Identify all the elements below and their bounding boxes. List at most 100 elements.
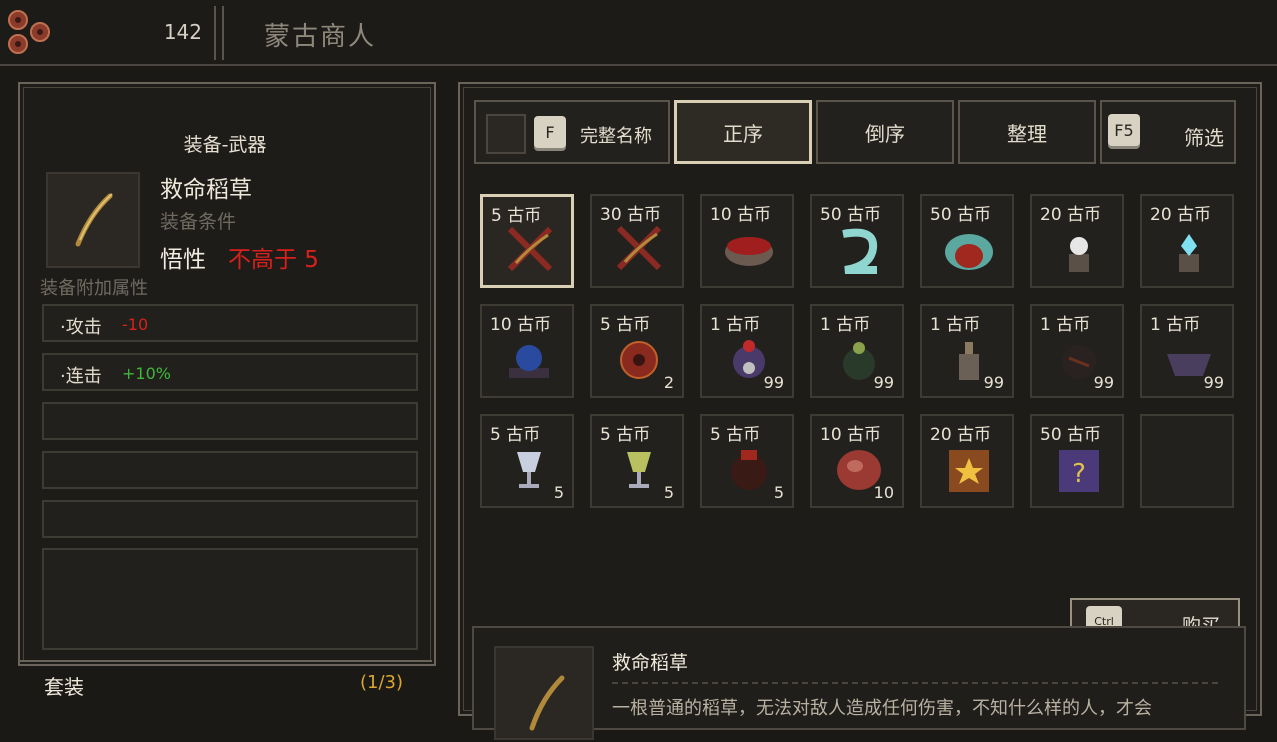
- attribute-row-empty: [42, 402, 418, 440]
- shop-item-slot[interactable]: 5 古币 5: [480, 414, 574, 508]
- attribute-value: +10%: [122, 364, 171, 383]
- item-price: 30 古币: [600, 205, 662, 225]
- svg-text:?: ?: [1072, 459, 1086, 489]
- shop-item-slot[interactable]: 10 古币: [700, 194, 794, 288]
- star-book-icon: [949, 450, 989, 492]
- equipment-name: 救命稻草: [160, 177, 252, 203]
- shop-item-slot[interactable]: 30 古币: [590, 194, 684, 288]
- money-count: 142: [163, 20, 202, 44]
- shop-item-slot[interactable]: 1 古币 99: [1030, 304, 1124, 398]
- item-quantity: 5: [663, 483, 674, 502]
- shop-item-slot[interactable]: 5 古币: [480, 194, 574, 288]
- white-goblet-icon: [517, 452, 541, 488]
- item-price: 50 古币: [1040, 425, 1102, 445]
- shop-item-slot[interactable]: 20 古币: [1030, 194, 1124, 288]
- item-quantity: 99: [983, 373, 1004, 392]
- item-quantity: 5: [773, 483, 784, 502]
- requirement-label: 装备条件: [160, 211, 237, 233]
- header-divider: [214, 6, 224, 60]
- shop-item-slot[interactable]: 10 古币: [480, 304, 574, 398]
- item-quantity: 99: [1093, 373, 1114, 392]
- cyan-serpent-icon: [842, 228, 878, 274]
- f-key-icon: F: [534, 116, 566, 148]
- shop-item-slot[interactable]: 1 古币 99: [810, 304, 904, 398]
- shop-item-slot[interactable]: 5 古币 2: [590, 304, 684, 398]
- attribute-row-empty: [42, 500, 418, 538]
- item-quantity: 99: [873, 373, 894, 392]
- crab-armor-icon: [945, 234, 993, 270]
- tab-label: 筛选: [1184, 126, 1224, 150]
- item-price: 20 古币: [1150, 205, 1212, 225]
- item-price: 1 古币: [820, 315, 871, 335]
- attribute-row: ·攻击 -10: [42, 304, 418, 342]
- shop-item-slot[interactable]: 20 古币: [920, 414, 1014, 508]
- item-price: 10 古币: [490, 315, 552, 335]
- description-divider: [612, 682, 1218, 684]
- item-price: 5 古币: [710, 425, 761, 445]
- straw-icon: [529, 675, 565, 731]
- shop-item-slot[interactable]: 5 古币 5: [700, 414, 794, 508]
- shop-grid: 5 古币 30 古币 10 古币 50 古币 50 古币 20 古币 20 古币 10 古币 5…: [480, 194, 1240, 514]
- set-count: (1/3): [360, 672, 404, 693]
- item-price: 50 古币: [820, 205, 882, 225]
- item-price: 1 古币: [930, 315, 981, 335]
- tab-descending[interactable]: 倒序: [816, 100, 954, 164]
- merchant-name: 蒙古商人: [264, 22, 377, 52]
- requirement-stat: 悟性: [160, 247, 206, 273]
- attributes-title: 装备附加属性: [40, 278, 148, 299]
- red-gourd-icon: [620, 341, 658, 379]
- shop-item-slot[interactable]: 1 古币 99: [1140, 304, 1234, 398]
- item-price: 5 古币: [600, 315, 651, 335]
- checkbox[interactable]: [486, 114, 526, 154]
- item-quantity: 10: [873, 483, 894, 502]
- green-goblet-icon: [627, 452, 651, 488]
- item-price: 10 古币: [820, 425, 882, 445]
- item-quantity: 99: [1203, 373, 1224, 392]
- item-price: 20 古币: [1040, 205, 1102, 225]
- shop-item-slot[interactable]: 5 古币 5: [590, 414, 684, 508]
- attribute-row: ·连击 +10%: [42, 353, 418, 391]
- item-price: 20 古币: [930, 425, 992, 445]
- item-quantity: 5: [553, 483, 564, 502]
- tab-full-name[interactable]: F 完整名称: [474, 100, 670, 164]
- item-quantity: 99: [763, 373, 784, 392]
- white-orb-pedestal-icon: [1069, 237, 1089, 272]
- copper-coins-icon: [8, 10, 50, 54]
- item-price: 5 古币: [491, 206, 542, 226]
- tab-label: 完整名称: [580, 126, 652, 147]
- item-price: 1 古币: [1150, 315, 1201, 335]
- mystery-book-icon: ?: [1059, 450, 1099, 492]
- description-name: 救命稻草: [612, 652, 689, 674]
- item-price: 10 古币: [710, 205, 772, 225]
- equipment-type: 装备-武器: [183, 134, 267, 156]
- attribute-row-empty: [42, 548, 418, 650]
- set-label: 套装: [44, 675, 84, 699]
- blue-crystal-icon: [509, 345, 549, 378]
- item-price: 5 古币: [600, 425, 651, 445]
- tab-ascending[interactable]: 正序: [674, 100, 812, 164]
- item-price: 1 古币: [1040, 315, 1091, 335]
- cyan-gem-pedestal-icon: [1179, 234, 1199, 272]
- attribute-row-empty: [42, 451, 418, 489]
- shop-item-slot[interactable]: 1 古币 99: [700, 304, 794, 398]
- tab-filter[interactable]: F5 筛选: [1100, 100, 1236, 164]
- item-price: 50 古币: [930, 205, 992, 225]
- equipment-icon-box: [46, 172, 140, 268]
- straw-icon: [616, 225, 662, 271]
- shop-item-slot[interactable]: ? 50 古币: [1030, 414, 1124, 508]
- shop-item-slot[interactable]: 50 古币: [920, 194, 1014, 288]
- item-quantity: 2: [663, 373, 674, 392]
- description-text: 一根普通的稻草，无法对敌人造成任何伤害，不知什么样的人，才会: [612, 698, 1152, 719]
- shop-item-slot[interactable]: 20 古币: [1140, 194, 1234, 288]
- requirement-value: 不高于 5: [228, 247, 319, 273]
- shop-item-slot-empty[interactable]: [1140, 414, 1234, 508]
- item-price: 5 古币: [490, 425, 541, 445]
- straw-icon: [75, 193, 113, 247]
- tab-bar: F 完整名称 正序 倒序 整理 F5 筛选: [472, 100, 1236, 166]
- description-icon-box: [494, 646, 594, 740]
- shop-item-slot[interactable]: 10 古币 10: [810, 414, 904, 508]
- tab-sort[interactable]: 整理: [958, 100, 1096, 164]
- shop-item-slot[interactable]: 1 古币 99: [920, 304, 1014, 398]
- attribute-value: -10: [122, 315, 149, 334]
- shop-item-slot[interactable]: 50 古币: [810, 194, 904, 288]
